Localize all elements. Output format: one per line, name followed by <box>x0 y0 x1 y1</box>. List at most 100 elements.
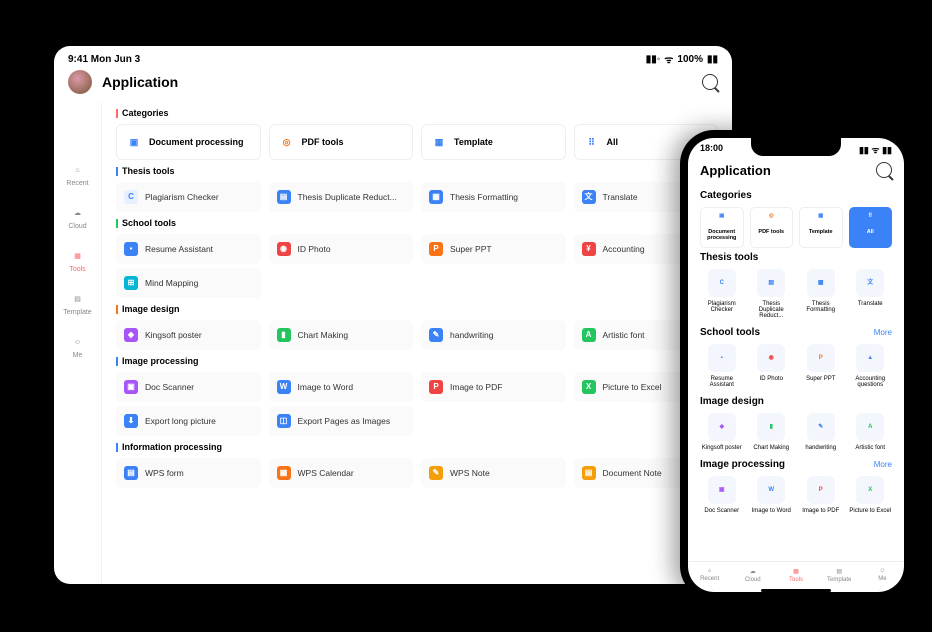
tool-label: Kingsoft poster <box>145 330 202 340</box>
tool-picture-to-excel[interactable]: XPicture to Excel <box>849 476 893 514</box>
tool-accounting[interactable]: ▲Accounting questions <box>849 344 893 388</box>
search-icon[interactable] <box>876 162 892 178</box>
accounting-icon: ▲ <box>867 355 873 361</box>
template-icon: ▦ <box>815 214 827 226</box>
category-template[interactable]: ▦ Template <box>799 207 843 248</box>
phone-main: Categories ▣ Document processing ◎ PDF t… <box>688 186 904 561</box>
tool-wps-note[interactable]: ✎WPS Note <box>421 458 566 488</box>
tool-row: ▣Doc Scanner WImage to Word PImage to PD… <box>116 372 718 402</box>
icon-wrap: ▣ <box>708 476 736 504</box>
category-document-processing[interactable]: ▣ Document processing <box>116 124 261 160</box>
tool-super-ppt[interactable]: PSuper PPT <box>421 234 566 264</box>
grid-icon: ⠿ <box>585 135 599 149</box>
tool-chart-making[interactable]: ▮Chart Making <box>269 320 414 350</box>
icon-wrap: A <box>856 413 884 441</box>
home-indicator[interactable] <box>761 589 831 592</box>
section-title: Thesis tools <box>700 252 758 263</box>
more-link[interactable]: More <box>874 460 892 469</box>
scanner-icon: ▣ <box>719 487 725 493</box>
tool-label: handwriting <box>805 445 836 451</box>
tool-label: Resume Assistant <box>700 376 744 388</box>
icon-wrap: P <box>807 476 835 504</box>
accent-bar-icon <box>116 305 118 314</box>
phone-notch <box>751 138 841 156</box>
page-title: Application <box>102 74 692 90</box>
icon-wrap: ✎ <box>807 413 835 441</box>
tool-thesis-duplicate[interactable]: ▤Thesis Duplicate Reduct... <box>269 182 414 212</box>
section-header: Thesis tools <box>116 166 718 176</box>
tool-label: Thesis Formatting <box>799 301 843 313</box>
format-icon: ▦ <box>429 190 443 204</box>
accent-bar-icon <box>116 357 118 366</box>
tool-doc-scanner[interactable]: ▣Doc Scanner <box>700 476 744 514</box>
tab-me[interactable]: ☺Me <box>861 568 904 583</box>
tab-cloud[interactable]: ☁Cloud <box>731 568 774 583</box>
section-title: Image processing <box>122 356 199 366</box>
category-all[interactable]: ⠿ All <box>849 207 893 248</box>
category-template[interactable]: ▦ Template <box>421 124 566 160</box>
tool-translate[interactable]: 文Translate <box>849 269 893 319</box>
tool-export-long-picture[interactable]: ⬇Export long picture <box>116 406 261 436</box>
tool-label: Picture to Excel <box>603 382 662 392</box>
tab-tools[interactable]: ▦Tools <box>774 568 817 583</box>
ppt-icon: P <box>819 355 823 361</box>
tool-image-to-word[interactable]: WImage to Word <box>269 372 414 402</box>
phone-screen: 18:00 ▮▮ ᯤ ▮▮ Application Categories ▣ D… <box>688 138 904 592</box>
tool-handwriting[interactable]: ✎handwriting <box>421 320 566 350</box>
tool-wps-form[interactable]: ▤WPS form <box>116 458 261 488</box>
tool-thesis-formatting[interactable]: ▦Thesis Formatting <box>799 269 843 319</box>
avatar[interactable] <box>68 70 92 94</box>
sidebar-item-tools[interactable]: ▦ Tools <box>69 248 85 273</box>
more-link[interactable]: More <box>874 328 892 337</box>
tool-doc-scanner[interactable]: ▣Doc Scanner <box>116 372 261 402</box>
tool-thesis-duplicate[interactable]: ▤Thesis Duplicate Reduct... <box>750 269 794 319</box>
tool-image-to-pdf[interactable]: PImage to PDF <box>799 476 843 514</box>
tool-handwriting[interactable]: ✎ handwriting <box>799 413 843 451</box>
tool-label: Chart Making <box>298 330 349 340</box>
search-icon[interactable] <box>702 74 718 90</box>
tools-icon: ▦ <box>70 248 86 264</box>
translate-icon: 文 <box>582 190 596 204</box>
section-header: School tools <box>116 218 718 228</box>
tool-id-photo[interactable]: ◉ID Photo <box>750 344 794 388</box>
tool-image-to-word[interactable]: WImage to Word <box>750 476 794 514</box>
category-pdf-tools[interactable]: ◎ PDF tools <box>269 124 414 160</box>
tool-row: ⬇Export long picture ◫Export Pages as Im… <box>116 406 718 436</box>
tool-artistic-font[interactable]: A Artistic font <box>849 413 893 451</box>
note-icon: ✎ <box>429 466 443 480</box>
tool-plagiarism-checker[interactable]: CPlagiarism Checker <box>700 269 744 319</box>
tool-super-ppt[interactable]: PSuper PPT <box>799 344 843 388</box>
tab-recent[interactable]: ⌂Recent <box>688 568 731 583</box>
tool-row: ◆Kingsoft poster ▮Chart Making ✎handwrit… <box>116 320 718 350</box>
document-icon: ▣ <box>716 214 728 226</box>
signal-icon: ▮▮◦ <box>646 54 661 65</box>
tool-thesis-formatting[interactable]: ▦Thesis Formatting <box>421 182 566 212</box>
tool-id-photo[interactable]: ◉ID Photo <box>269 234 414 264</box>
category-document-processing[interactable]: ▣ Document processing <box>700 207 744 248</box>
tab-template[interactable]: ▤Template <box>818 568 861 583</box>
tool-row: ▤WPS form ▦WPS Calendar ✎WPS Note ▤Docum… <box>116 458 718 488</box>
tool-label: Artistic font <box>855 445 885 451</box>
sidebar-item-me[interactable]: ☺ Me <box>70 334 86 359</box>
sidebar-item-recent[interactable]: ⌂ Recent <box>66 162 88 187</box>
tool-label: ID Photo <box>298 244 331 254</box>
tool-mind-mapping[interactable]: ⊞Mind Mapping <box>116 268 261 298</box>
sidebar-item-template[interactable]: ▤ Template <box>63 291 91 316</box>
tool-export-pages-images[interactable]: ◫Export Pages as Images <box>269 406 414 436</box>
section-title: Thesis tools <box>122 166 175 176</box>
tool-kingsoft-poster[interactable]: ◆Kingsoft poster <box>116 320 261 350</box>
category-pdf-tools[interactable]: ◎ PDF tools <box>750 207 794 248</box>
tool-resume-assistant[interactable]: ▪Resume Assistant <box>116 234 261 264</box>
sidebar-item-cloud[interactable]: ☁ Cloud <box>68 205 86 230</box>
tool-row: ▪Resume Assistant ◉ID Photo PSuper PPT ¥… <box>116 234 718 264</box>
icon-wrap: X <box>856 476 884 504</box>
tool-resume-assistant[interactable]: ▪Resume Assistant <box>700 344 744 388</box>
tool-chart-making[interactable]: ▮Chart Making <box>750 413 794 451</box>
tool-image-to-pdf[interactable]: PImage to PDF <box>421 372 566 402</box>
tool-plagiarism-checker[interactable]: CPlagiarism Checker <box>116 182 261 212</box>
calendar-icon: ▦ <box>277 466 291 480</box>
tool-kingsoft-poster[interactable]: ◆Kingsoft poster <box>700 413 744 451</box>
tool-wps-calendar[interactable]: ▦WPS Calendar <box>269 458 414 488</box>
photo-icon: ◉ <box>769 355 774 361</box>
section-title: Information processing <box>122 442 222 452</box>
